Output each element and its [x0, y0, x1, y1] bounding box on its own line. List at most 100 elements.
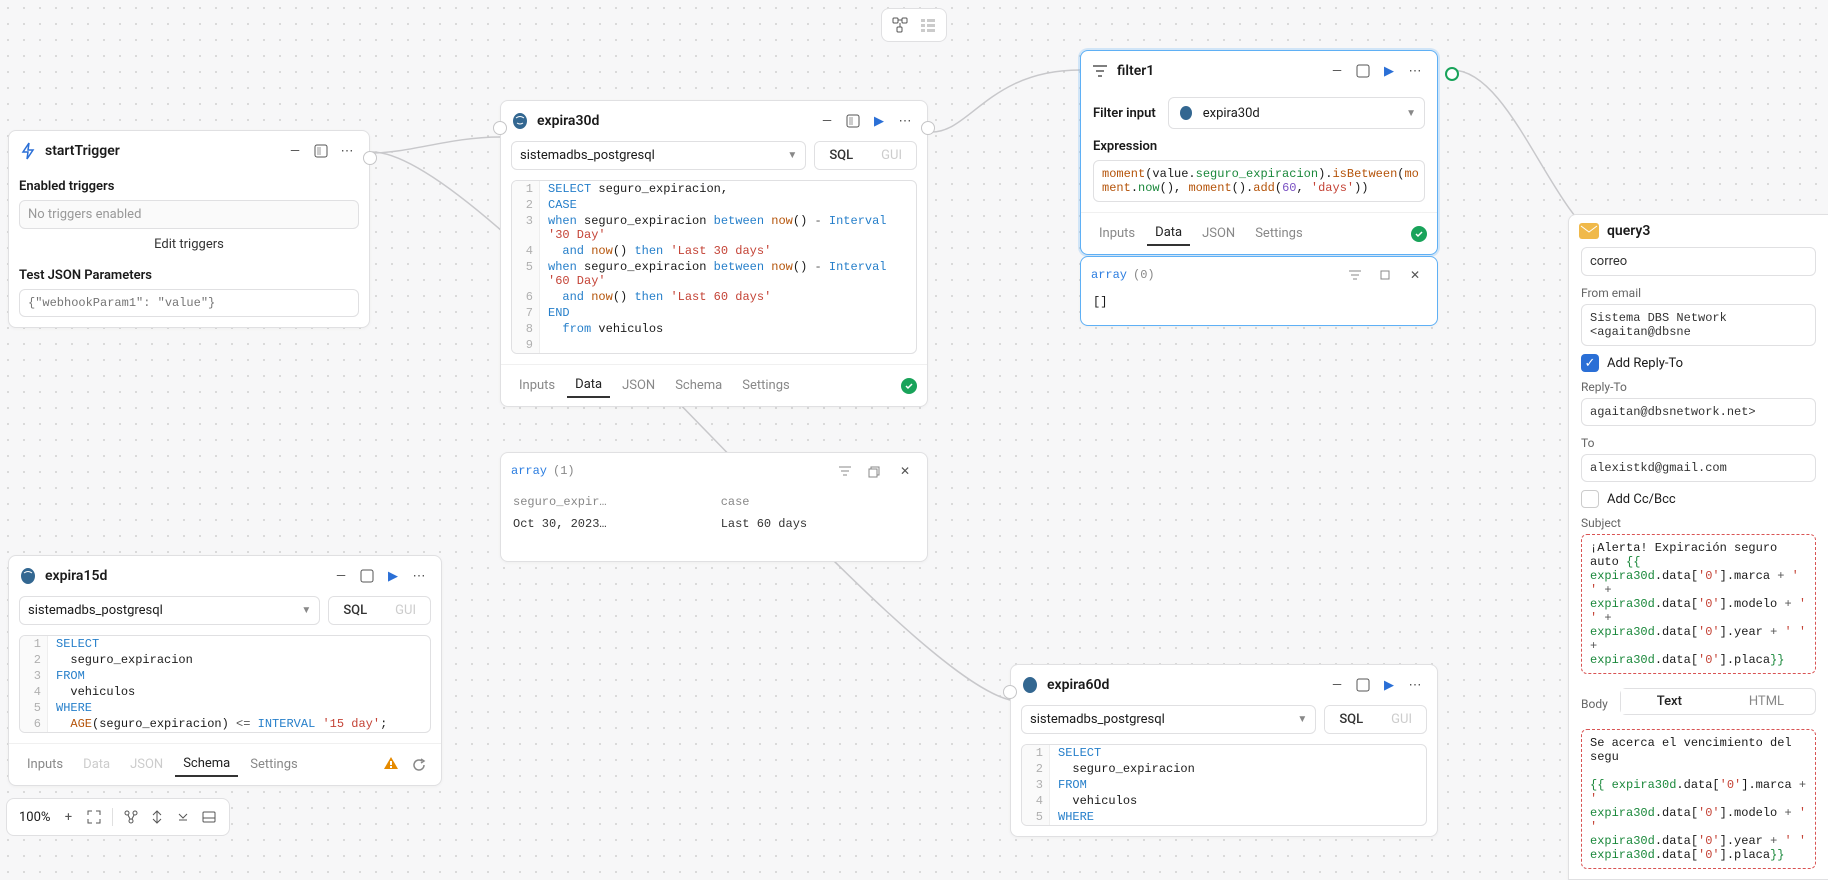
sql-editor[interactable]: 1SELECT2 seguro_expiracion3FROM4 vehicul… [19, 635, 431, 733]
reply-label: Reply-To [1581, 380, 1816, 394]
mode-toggle[interactable]: SQL GUI [328, 596, 431, 625]
gui-mode-button[interactable]: GUI [867, 142, 916, 169]
minimize-icon[interactable]: — [1325, 59, 1349, 83]
sql-editor[interactable]: 1SELECT2 seguro_expiracion3FROM4 vehicul… [1021, 744, 1427, 826]
node-start-trigger[interactable]: startTrigger — ⋯ Enabled triggers No tri… [8, 130, 370, 328]
tab-settings[interactable]: Settings [734, 374, 797, 397]
edit-triggers-button[interactable]: Edit triggers [19, 229, 359, 260]
filter-icon[interactable] [833, 459, 857, 483]
tab-json[interactable]: JSON [1194, 222, 1243, 245]
node-expira60d[interactable]: expira60d — ▶ ⋯ sistemadbs_postgresql ▼ … [1010, 664, 1438, 837]
output-port[interactable] [1445, 67, 1459, 81]
more-icon[interactable]: ⋯ [335, 139, 359, 163]
refresh-icon[interactable] [407, 753, 431, 777]
expand-icon[interactable] [1351, 673, 1375, 697]
resource-select[interactable]: sistemadbs_postgresql ▼ [19, 596, 320, 625]
result-count: (0) [1133, 268, 1155, 282]
filter-input-select[interactable]: expira30d ▼ [1168, 97, 1425, 129]
tab-data[interactable]: Data [1147, 221, 1190, 246]
expand-icon[interactable] [355, 564, 379, 588]
result-type: array [1091, 268, 1127, 282]
canvas-view-toggle[interactable] [881, 8, 947, 42]
tab-data[interactable]: Data [75, 753, 118, 776]
output-port[interactable] [363, 151, 377, 165]
align-icon[interactable] [145, 805, 169, 829]
run-icon[interactable]: ▶ [1377, 673, 1401, 697]
tab-inputs[interactable]: Inputs [19, 753, 71, 776]
reply-input[interactable]: agaitan@dbsnetwork.net> [1581, 398, 1816, 426]
expression-input[interactable]: moment(value.seguro_expiracion).isBetwee… [1093, 160, 1425, 202]
tab-inputs[interactable]: Inputs [1091, 222, 1143, 245]
filter-input-label: Filter input [1093, 106, 1156, 121]
minimize-icon[interactable]: — [1325, 673, 1349, 697]
tab-data[interactable]: Data [567, 373, 610, 398]
run-icon[interactable]: ▶ [1377, 59, 1401, 83]
popout-icon[interactable] [863, 459, 887, 483]
input-port[interactable] [1003, 685, 1017, 699]
more-icon[interactable]: ⋯ [407, 564, 431, 588]
tab-settings[interactable]: Settings [242, 753, 305, 776]
node-query3[interactable]: query3 correo From email Sistema DBS Net… [1568, 214, 1828, 880]
workflow-view-icon[interactable] [888, 13, 912, 37]
minimize-icon[interactable]: — [329, 564, 353, 588]
sql-mode-button[interactable]: SQL [1325, 706, 1377, 733]
more-icon[interactable]: ⋯ [1403, 673, 1427, 697]
from-input[interactable]: Sistema DBS Network <agaitan@dbsne [1581, 304, 1816, 346]
close-icon[interactable]: ✕ [893, 459, 917, 483]
fullscreen-icon[interactable] [82, 805, 106, 829]
filter-icon[interactable] [1343, 263, 1367, 287]
action-field[interactable]: correo [1581, 247, 1816, 276]
close-icon[interactable]: ✕ [1403, 263, 1427, 287]
test-params-input[interactable] [19, 289, 359, 317]
sql-mode-button[interactable]: SQL [329, 597, 381, 624]
list-view-icon[interactable] [916, 13, 940, 37]
results-panel-expira30d: array (1) ✕ seguro_expir… case Oct 30, 2… [500, 452, 928, 562]
text-mode-button[interactable]: Text [1621, 689, 1718, 714]
sql-mode-button[interactable]: SQL [815, 142, 867, 169]
node-filter1[interactable]: filter1 — ▶ ⋯ Filter input expira30d ▼ E… [1080, 50, 1438, 255]
html-mode-button[interactable]: HTML [1718, 689, 1815, 714]
run-icon[interactable]: ▶ [867, 109, 891, 133]
to-input[interactable]: alexistkd@gmail.com [1581, 454, 1816, 482]
no-triggers-msg: No triggers enabled [19, 200, 359, 229]
resource-select[interactable]: sistemadbs_postgresql ▼ [511, 141, 806, 170]
body-type-toggle[interactable]: Text HTML [1620, 688, 1816, 715]
zoom-in-icon[interactable]: + [56, 805, 80, 829]
subject-input[interactable]: ¡Alerta! Expiración seguro auto {{expira… [1581, 534, 1816, 674]
run-icon[interactable]: ▶ [381, 564, 405, 588]
node-expira15d[interactable]: expira15d — ▶ ⋯ sistemadbs_postgresql ▼ … [8, 555, 442, 786]
more-icon[interactable]: ⋯ [1403, 59, 1427, 83]
add-reply-checkbox[interactable]: ✓ [1581, 354, 1599, 372]
body-input[interactable]: Se acerca el vencimiento del segu{{ expi… [1581, 729, 1816, 869]
layout-icon[interactable] [119, 805, 143, 829]
node-expira30d[interactable]: expira30d — ▶ ⋯ sistemadbs_postgresql ▼ … [500, 100, 928, 407]
zoom-toolbar: 100% + [6, 798, 230, 836]
expand-icon[interactable] [1351, 59, 1375, 83]
expand-icon[interactable] [841, 109, 865, 133]
more-icon[interactable]: ⋯ [893, 109, 917, 133]
output-port[interactable] [921, 121, 935, 135]
panel-icon[interactable] [197, 805, 221, 829]
minimize-icon[interactable]: — [283, 139, 307, 163]
tab-inputs[interactable]: Inputs [511, 374, 563, 397]
input-port[interactable] [493, 121, 507, 135]
expand-icon[interactable] [309, 139, 333, 163]
mode-toggle[interactable]: SQL GUI [1324, 705, 1427, 734]
tab-json[interactable]: JSON [122, 753, 171, 776]
status-success-icon [1411, 226, 1427, 242]
to-label: To [1581, 436, 1816, 450]
sql-editor[interactable]: 1SELECT seguro_expiracion,2CASE3when seg… [511, 180, 917, 354]
resource-select[interactable]: sistemadbs_postgresql ▼ [1021, 705, 1316, 734]
tab-json[interactable]: JSON [614, 374, 663, 397]
tab-settings[interactable]: Settings [1247, 222, 1310, 245]
popout-icon[interactable] [1373, 263, 1397, 287]
gui-mode-button[interactable]: GUI [1377, 706, 1426, 733]
gui-mode-button[interactable]: GUI [381, 597, 430, 624]
add-cc-checkbox[interactable] [1581, 490, 1599, 508]
expression-label: Expression [1093, 139, 1425, 154]
tab-schema[interactable]: Schema [175, 752, 238, 777]
tab-schema[interactable]: Schema [667, 374, 730, 397]
minimize-icon[interactable]: — [815, 109, 839, 133]
mode-toggle[interactable]: SQL GUI [814, 141, 917, 170]
collapse-icon[interactable] [171, 805, 195, 829]
